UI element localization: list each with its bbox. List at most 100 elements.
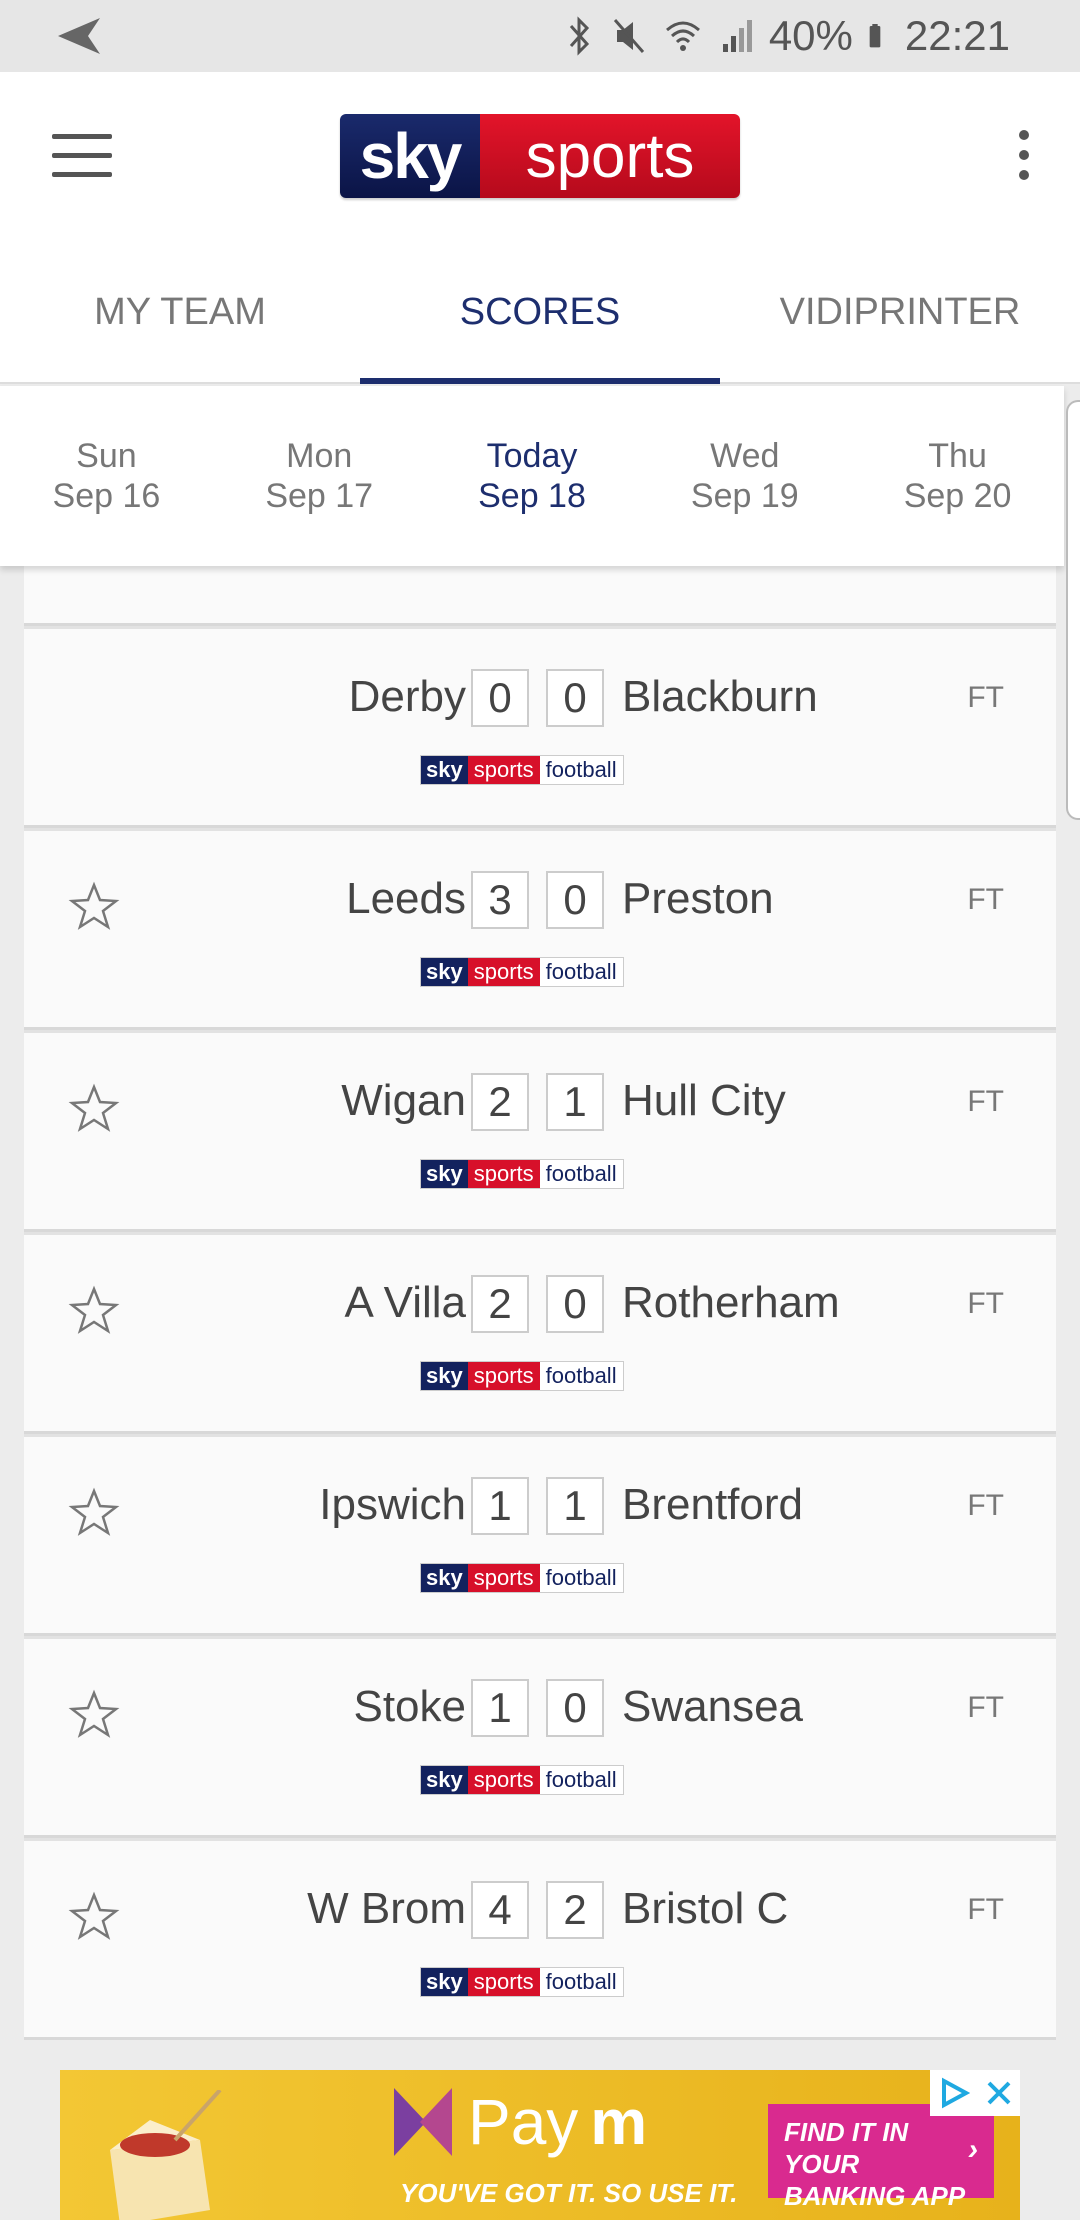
away-team: Swansea [622,1682,804,1731]
date-wed-sep-19[interactable]: Wed Sep 19 [638,386,851,566]
main-tabs: MY TEAM SCORES VIDIPRINTER [0,240,1080,384]
battery-percent: 40% [768,12,853,59]
home-score: 4 [471,1881,529,1939]
date-today-sep-18[interactable]: Today Sep 18 [426,386,639,566]
app-header: sky sports [0,72,1080,240]
tab-scores[interactable]: SCORES [360,240,720,384]
food-box-icon [110,2090,222,2220]
badge-sports: sports [467,1766,540,1794]
away-score: 0 [546,1275,604,1333]
badge-football: football [545,1969,617,1994]
sky-sports-football-badge: sky sports football [420,1563,624,1593]
away-team: Rotherham [622,1278,840,1327]
tab-vidiprinter[interactable]: VIDIPRINTER [720,240,1080,382]
match-status: FT [967,1085,1004,1118]
sky-sports-football-badge: sky sports football [420,755,624,785]
badge-sky: sky [421,756,468,784]
badge-sports: sports [467,756,540,784]
tab-my-team[interactable]: MY TEAM [0,240,360,382]
home-team: Derby [348,672,466,721]
logo-sports-text: sports [480,114,740,198]
date-mon-sep-17[interactable]: Mon Sep 17 [213,386,426,566]
star-icon[interactable] [68,1891,120,1943]
home-team: Ipswich [319,1480,466,1529]
date-value: Sep 20 [903,477,1012,515]
star-icon[interactable] [68,881,120,933]
home-team: W Brom [307,1884,466,1933]
more-options-icon[interactable] [1014,130,1034,186]
date-value: Sep 17 [265,477,374,515]
away-score: 0 [546,871,604,929]
match-card-partial [24,566,1056,626]
date-day: Thu [928,437,987,475]
close-icon[interactable] [985,2079,1013,2107]
ad-brand-m: m [590,2086,648,2158]
date-day: Today [486,437,578,475]
badge-football: football [545,1767,617,1792]
star-icon[interactable] [68,1083,120,1135]
home-score: 2 [471,1275,529,1333]
battery-icon [869,24,881,48]
badge-football: football [545,1161,617,1186]
home-score: 0 [471,669,529,727]
ad-cta-button[interactable]: FIND IT IN YOUR BANKING APP › [768,2104,994,2211]
match-status: FT [967,1287,1004,1320]
match-card[interactable]: A Villa 2 0 Rotherham FT sky sports foot… [24,1232,1056,1434]
logo-sky-text: sky [340,114,480,198]
match-card[interactable]: W Brom 4 2 Bristol C FT sky sports footb… [24,1838,1056,2040]
date-thu-sep-20[interactable]: Thu Sep 20 [851,386,1064,566]
badge-football: football [545,959,617,984]
bluetooth-icon [569,16,589,56]
home-team: Leeds [346,874,466,923]
back-arrow-icon[interactable] [52,14,104,58]
badge-football: football [545,757,617,782]
away-score: 0 [546,669,604,727]
home-score: 2 [471,1073,529,1131]
date-sun-sep-16[interactable]: Sun Sep 16 [0,386,213,566]
scroll-handle[interactable] [1066,400,1080,820]
signal-icon [722,20,752,52]
match-list: Derby 0 0 Blackburn FT sky sports footba… [24,566,1056,2040]
menu-icon[interactable] [52,134,112,178]
badge-football: football [545,1565,617,1590]
home-team: A Villa [344,1278,467,1327]
match-card[interactable]: Leeds 3 0 Preston FT sky sports football [24,828,1056,1030]
sky-sports-football-badge: sky sports football [420,1765,624,1795]
sky-sports-football-badge: sky sports football [420,957,624,987]
ad-tagline: YOU'VE GOT IT. SO USE IT. [400,2178,738,2208]
star-icon[interactable] [68,1689,120,1741]
mute-icon [613,19,644,53]
away-team: Brentford [622,1480,803,1529]
away-team: Bristol C [622,1884,789,1933]
match-card[interactable]: Wigan 2 1 Hull City FT sky sports footba… [24,1030,1056,1232]
date-value: Sep 18 [478,477,586,515]
badge-sports: sports [467,1160,540,1188]
ad-choices[interactable] [930,2070,1020,2116]
sky-sports-football-badge: sky sports football [420,1361,624,1391]
match-card[interactable]: Derby 0 0 Blackburn FT sky sports footba… [24,626,1056,828]
star-icon[interactable] [68,1487,120,1539]
match-status: FT [967,681,1004,714]
wifi-icon [665,21,700,51]
paym-logo: Pay m [390,2084,647,2160]
ad-cta-line1: FIND IT IN YOUR [784,2117,909,2179]
paym-logo-icon [394,2088,452,2156]
ad-cta-line2: BANKING APP [784,2181,966,2211]
match-card[interactable]: Ipswich 1 1 Brentford FT sky sports foot… [24,1434,1056,1636]
date-day: Sun [76,437,137,475]
date-value: Sep 19 [690,477,799,515]
match-status: FT [967,883,1004,916]
badge-sports: sports [467,1362,540,1390]
match-card[interactable]: Stoke 1 0 Swansea FT sky sports football [24,1636,1056,1838]
adchoices-icon[interactable] [938,2077,970,2109]
ad-banner[interactable]: Pay m YOU'VE GOT IT. SO USE IT. FIND IT I… [60,2070,1020,2220]
sky-sports-logo: sky sports [340,114,740,198]
sky-sports-football-badge: sky sports football [420,1967,624,1997]
badge-football: football [545,1363,617,1388]
badge-sky: sky [421,1968,468,1996]
badge-sky: sky [421,1564,468,1592]
star-icon[interactable] [68,1285,120,1337]
clock: 22:21 [904,12,1010,59]
away-team: Hull City [622,1076,786,1125]
badge-sky: sky [421,1766,468,1794]
